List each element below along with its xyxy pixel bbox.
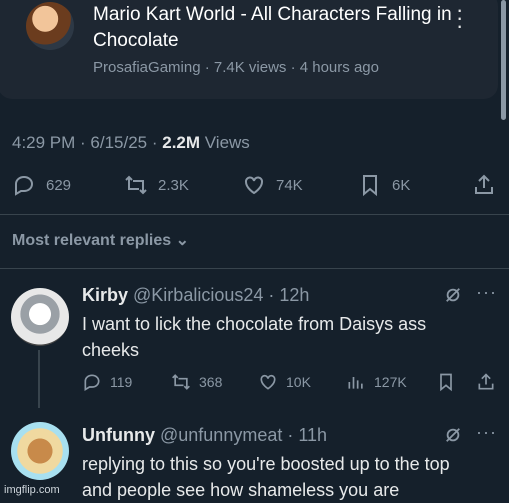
divider [0,268,509,269]
replies-filter[interactable]: Most relevant replies ⌄ [12,230,189,250]
watermark: imgflip.com [4,484,60,496]
heart-icon [245,176,263,195]
thread-line [38,350,40,408]
like-button[interactable]: 74K [242,173,303,197]
video-meta: ProsafiaGaming · 7.4K views · 4 hours ag… [93,59,379,76]
reply-button[interactable]: 119 [82,372,132,392]
share-button[interactable] [472,173,496,197]
chevron-down-icon: ⌄ [175,232,190,249]
bookmark-button[interactable] [436,372,456,392]
share-button[interactable] [476,372,496,392]
divider [0,214,509,215]
analytics-icon [348,377,363,389]
more-icon[interactable]: ··· [476,282,497,303]
reply-button[interactable]: 629 [12,173,71,197]
views-count: 2.2M [162,133,201,152]
bookmark-button[interactable]: 6K [358,173,410,197]
repost-icon [125,175,147,195]
repost-count: 2.3K [158,176,189,194]
share-icon [478,373,494,390]
scrollbar[interactable] [501,0,506,120]
channel-avatar [26,2,74,50]
share-icon [475,174,493,194]
like-count: 74K [276,176,303,194]
reply-author[interactable]: Kirby @Kirbalicious24 · 12h [82,284,309,306]
avatar[interactable] [11,288,69,346]
grok-icon[interactable] [444,426,462,444]
grok-icon[interactable] [444,286,462,304]
reply-icon [84,374,100,391]
post-timestamp: 4:29 PM · 6/15/25 · 2.2M Views [12,133,250,152]
reply-count: 629 [46,176,72,194]
heart-icon [260,374,276,390]
reply-icon [15,175,34,196]
video-title[interactable]: Mario Kart World - All Characters Fallin… [93,2,453,54]
repost-icon [172,374,190,390]
reply-author[interactable]: Unfunny @unfunnymeat · 11h [82,424,327,446]
bookmark-icon [363,175,377,197]
bookmark-count: 6K [392,176,411,194]
reply-text: replying to this so you're boosted up to… [82,454,450,500]
more-icon[interactable]: ··· [476,422,497,443]
repost-button[interactable]: 368 [171,372,222,392]
bookmark-icon [440,373,452,392]
like-button[interactable]: 10K [258,372,311,392]
avatar[interactable] [11,422,69,480]
repost-button[interactable]: 2.3K [124,173,189,197]
more-options-icon[interactable]: · · · [456,0,463,37]
views-button[interactable]: 127K [346,372,407,392]
reply-text: I want to lick the chocolate from Daisys… [82,314,427,360]
